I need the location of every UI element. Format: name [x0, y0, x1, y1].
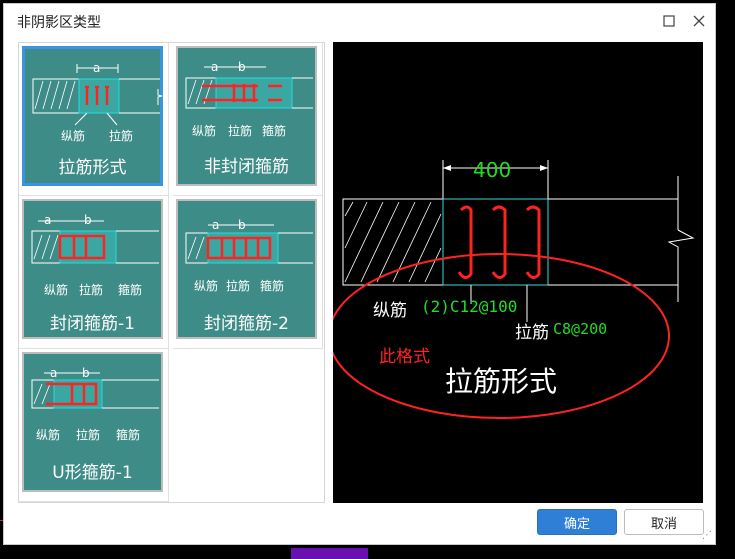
dimension-b-label: b: [84, 213, 92, 227]
tie-bar-caption: 拉筋: [76, 428, 101, 442]
type-label: 封闭箍筋-2: [204, 314, 289, 334]
tie-bar-caption: 拉筋: [228, 124, 253, 138]
dimension-a-label: a: [211, 60, 219, 74]
ok-button[interactable]: 确定: [537, 509, 617, 535]
type-label: 封闭箍筋-1: [50, 314, 135, 334]
tie-bar-caption: 拉筋: [226, 279, 251, 293]
type-option-tie-bar[interactable]: a 纵筋 拉筋 拉筋形式: [19, 43, 169, 196]
type-list: a 纵筋 拉筋 拉筋形式 a b 纵筋 拉筋 箍筋 非封闭箍筋 a b 纵筋 拉…: [18, 42, 325, 503]
tie-bar-caption: 拉筋: [109, 129, 134, 143]
type-label: 拉筋形式: [58, 158, 127, 178]
preview-canvas: 400 纵筋 (2)C12@100 拉筋 C8@200 此格式 拉筋形式: [333, 42, 703, 503]
stirrup-caption: 箍筋: [116, 428, 141, 442]
stirrup-caption: 箍筋: [262, 124, 287, 138]
annotation-text: 此格式: [379, 347, 430, 367]
dialog-window: 非阴影区类型 a 纵筋 拉筋 拉筋形式 a b 纵筋 拉筋 箍筋 非封闭箍筋 a…: [3, 3, 716, 545]
dimension-b-label: b: [238, 60, 246, 74]
long-bar-label: 纵筋: [373, 301, 407, 321]
long-bar-caption: 纵筋: [194, 279, 219, 293]
preview-drawing: [333, 160, 695, 419]
long-bar-caption: 纵筋: [61, 129, 86, 143]
cancel-button[interactable]: 取消: [624, 509, 704, 535]
long-bar-caption: 纵筋: [44, 283, 69, 297]
tie-bar-caption: 拉筋: [79, 283, 104, 297]
long-bar-caption: 纵筋: [36, 428, 61, 442]
taskbar-fragment: [291, 548, 368, 559]
preview-type-name: 拉筋形式: [445, 365, 558, 398]
edge-marker: [0, 520, 3, 521]
dimension-a-label: a: [44, 213, 52, 227]
long-bar-caption: 纵筋: [192, 124, 217, 138]
type-option-closed-stirrup-2[interactable]: a b 纵筋 拉筋 箍筋 封闭箍筋-2: [173, 196, 323, 349]
tie-bar-spec: C8@200: [553, 320, 608, 338]
close-icon[interactable]: [686, 8, 712, 34]
dimension-a-label: a: [50, 366, 58, 380]
resize-grip-icon[interactable]: ⋰: [702, 530, 712, 541]
title-bar[interactable]: 非阴影区类型: [4, 4, 715, 38]
type-label: U形箍筋-1: [52, 463, 133, 483]
type-label: 非封闭箍筋: [204, 157, 289, 177]
long-bar-spec: (2)C12@100: [421, 297, 518, 316]
type-option-u-stirrup-1[interactable]: a b 纵筋 拉筋 箍筋 U形箍筋-1: [19, 349, 169, 502]
dimension-b-label: b: [82, 366, 90, 380]
dimension-label: 400: [473, 158, 512, 182]
stirrup-caption: 箍筋: [118, 283, 143, 297]
dimension-a-label: a: [212, 218, 220, 232]
type-option-open-stirrup[interactable]: a b 纵筋 拉筋 箍筋 非封闭箍筋: [173, 43, 323, 196]
dialog-title: 非阴影区类型: [17, 15, 101, 31]
dimension-a-label: a: [93, 61, 101, 75]
dimension-b-label: b: [238, 218, 246, 232]
maximize-icon[interactable]: [656, 8, 682, 34]
tie-bar-label: 拉筋: [515, 323, 549, 343]
stirrup-caption: 箍筋: [260, 279, 285, 293]
type-option-closed-stirrup-1[interactable]: a b 纵筋 拉筋 箍筋 封闭箍筋-1: [19, 196, 169, 349]
